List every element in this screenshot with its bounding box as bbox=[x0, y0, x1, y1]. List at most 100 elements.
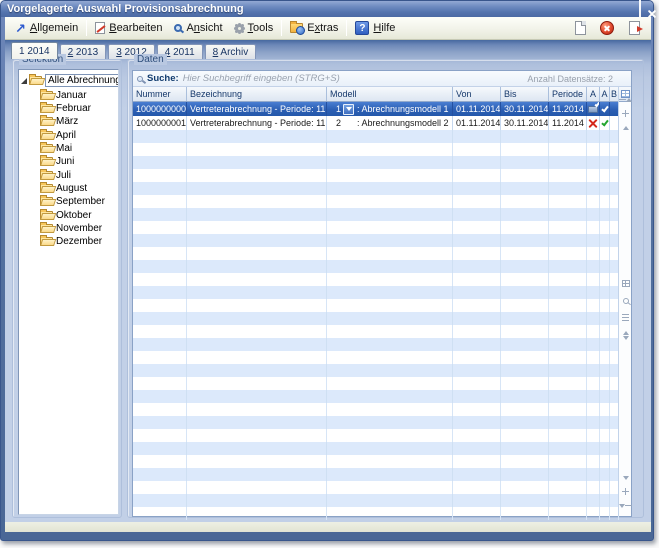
empty-cell bbox=[501, 455, 549, 468]
empty-cell bbox=[549, 130, 587, 143]
selection-tree[interactable]: Alle Abrechnungen JanuarFebruar MärzApril… bbox=[18, 69, 119, 515]
empty-row bbox=[133, 468, 619, 481]
table-row[interactable]: 1000000001Vertreterabrechnung - Periode:… bbox=[133, 116, 619, 130]
empty-cell bbox=[187, 364, 327, 377]
empty-cell bbox=[549, 455, 587, 468]
empty-cell bbox=[549, 416, 587, 429]
tab-1-2014[interactable]: 1 2014 bbox=[11, 42, 58, 59]
empty-cell bbox=[327, 481, 453, 494]
tree-item-april[interactable]: April bbox=[19, 129, 118, 142]
folder-icon bbox=[40, 117, 53, 126]
empty-cell bbox=[453, 494, 501, 507]
empty-cell bbox=[187, 221, 327, 234]
search-input[interactable] bbox=[183, 73, 524, 84]
tree-item-juni[interactable]: Juni bbox=[19, 155, 118, 168]
empty-cell bbox=[587, 403, 600, 416]
empty-cell bbox=[600, 195, 610, 208]
empty-cell bbox=[133, 364, 187, 377]
cell-modell: 1: Abrechnungsmodell 1 bbox=[327, 102, 453, 116]
grid-button[interactable] bbox=[622, 280, 630, 287]
empty-cell bbox=[587, 351, 600, 364]
abort-button[interactable] bbox=[598, 19, 616, 37]
tree-item-januar[interactable]: Januar bbox=[19, 89, 118, 102]
empty-cell bbox=[600, 494, 610, 507]
menu-item-bearbeiten[interactable]: Bearbeiten bbox=[89, 20, 168, 36]
empty-cell bbox=[327, 494, 453, 507]
tree-item-label: April bbox=[56, 130, 76, 141]
sort-button[interactable] bbox=[622, 314, 629, 321]
empty-row bbox=[133, 507, 619, 520]
empty-cell bbox=[453, 429, 501, 442]
column-header-modell-2[interactable]: Modell bbox=[327, 87, 453, 101]
arrow-down-button[interactable] bbox=[623, 474, 629, 481]
search-icon bbox=[137, 76, 143, 82]
empty-cell bbox=[133, 130, 187, 143]
grid-scrollbar[interactable] bbox=[618, 87, 631, 516]
empty-cell bbox=[187, 403, 327, 416]
expander-icon[interactable] bbox=[21, 78, 27, 84]
swap-button[interactable] bbox=[623, 331, 629, 340]
empty-cell bbox=[327, 195, 453, 208]
empty-cell bbox=[453, 182, 501, 195]
empty-cell bbox=[501, 312, 549, 325]
menu-item-allgemein[interactable]: Allgemein bbox=[9, 20, 84, 37]
window-controls bbox=[639, 0, 647, 18]
empty-cell bbox=[187, 416, 327, 429]
empty-cell bbox=[327, 208, 453, 221]
empty-cell bbox=[549, 143, 587, 156]
toolbar-separator bbox=[86, 20, 87, 36]
empty-cell bbox=[600, 325, 610, 338]
empty-row bbox=[133, 455, 619, 468]
empty-cell bbox=[133, 351, 187, 364]
column-header-a-6[interactable]: A bbox=[587, 87, 600, 101]
exit-button[interactable] bbox=[625, 19, 643, 37]
dropdown-button[interactable] bbox=[343, 104, 354, 115]
tree-item-m-rz[interactable]: März bbox=[19, 116, 118, 129]
scroll-last-button[interactable] bbox=[619, 502, 632, 509]
column-header-a-7[interactable]: A bbox=[600, 87, 610, 101]
empty-cell bbox=[133, 312, 187, 325]
tree-item-label: Februar bbox=[56, 103, 91, 114]
modell-text: : Abrechnungsmodell 1 bbox=[357, 104, 449, 114]
arrow-up-button[interactable] bbox=[623, 124, 629, 131]
menu-item-label: Bearbeiten bbox=[109, 22, 162, 34]
empty-cell bbox=[327, 442, 453, 455]
tab-2-2013[interactable]: 2 2013 bbox=[60, 44, 107, 59]
empty-cell bbox=[549, 312, 587, 325]
new-document-button[interactable] bbox=[571, 19, 589, 37]
tree-item-mai[interactable]: Mai bbox=[19, 142, 118, 155]
table-row[interactable]: 1000000000Vertreterabrechnung - Periode:… bbox=[133, 102, 619, 116]
empty-cell bbox=[600, 442, 610, 455]
cell-bis: 30.11.2014 bbox=[501, 102, 549, 116]
tree-item-november[interactable]: November bbox=[19, 222, 118, 235]
tree-item-august[interactable]: August bbox=[19, 182, 118, 195]
titlebar[interactable]: Vorgelagerte Auswahl Provisionsabrechnun… bbox=[1, 1, 653, 17]
empty-cell bbox=[327, 325, 453, 338]
column-header-bezeichnung-1[interactable]: Bezeichnung bbox=[187, 87, 327, 101]
magnifier-button[interactable] bbox=[623, 297, 629, 304]
plus-button[interactable] bbox=[622, 110, 629, 117]
applied-check-icon bbox=[588, 106, 598, 113]
restore-button[interactable] bbox=[639, 0, 641, 18]
tab-8-archiv[interactable]: 8 Archiv bbox=[205, 44, 257, 59]
empty-cell bbox=[187, 286, 327, 299]
menu-item-ansicht[interactable]: Ansicht bbox=[168, 20, 228, 36]
column-header-periode-5[interactable]: Periode bbox=[549, 87, 587, 101]
column-header-von-3[interactable]: Von bbox=[453, 87, 501, 101]
tree-item-oktober[interactable]: Oktober bbox=[19, 209, 118, 222]
menu-item-extras[interactable]: Extras bbox=[284, 20, 344, 36]
tree-item-alle-abrechnungen[interactable]: Alle Abrechnungen bbox=[19, 74, 118, 87]
column-header-bis-4[interactable]: Bis bbox=[501, 87, 549, 101]
tree-item-juli[interactable]: Juli bbox=[19, 169, 118, 182]
empty-cell bbox=[453, 481, 501, 494]
menu-item-tools[interactable]: Tools bbox=[229, 20, 280, 36]
empty-cell bbox=[501, 156, 549, 169]
menu-item-hilfe[interactable]: Hilfe bbox=[349, 19, 401, 37]
empty-row bbox=[133, 130, 619, 143]
scroll-first-button[interactable] bbox=[619, 96, 632, 103]
tree-item-dezember[interactable]: Dezember bbox=[19, 235, 118, 248]
plus-button[interactable] bbox=[622, 488, 629, 495]
tree-item-september[interactable]: September bbox=[19, 195, 118, 208]
tree-item-februar[interactable]: Februar bbox=[19, 102, 118, 115]
column-header-nummer-0[interactable]: Nummer bbox=[133, 87, 187, 101]
